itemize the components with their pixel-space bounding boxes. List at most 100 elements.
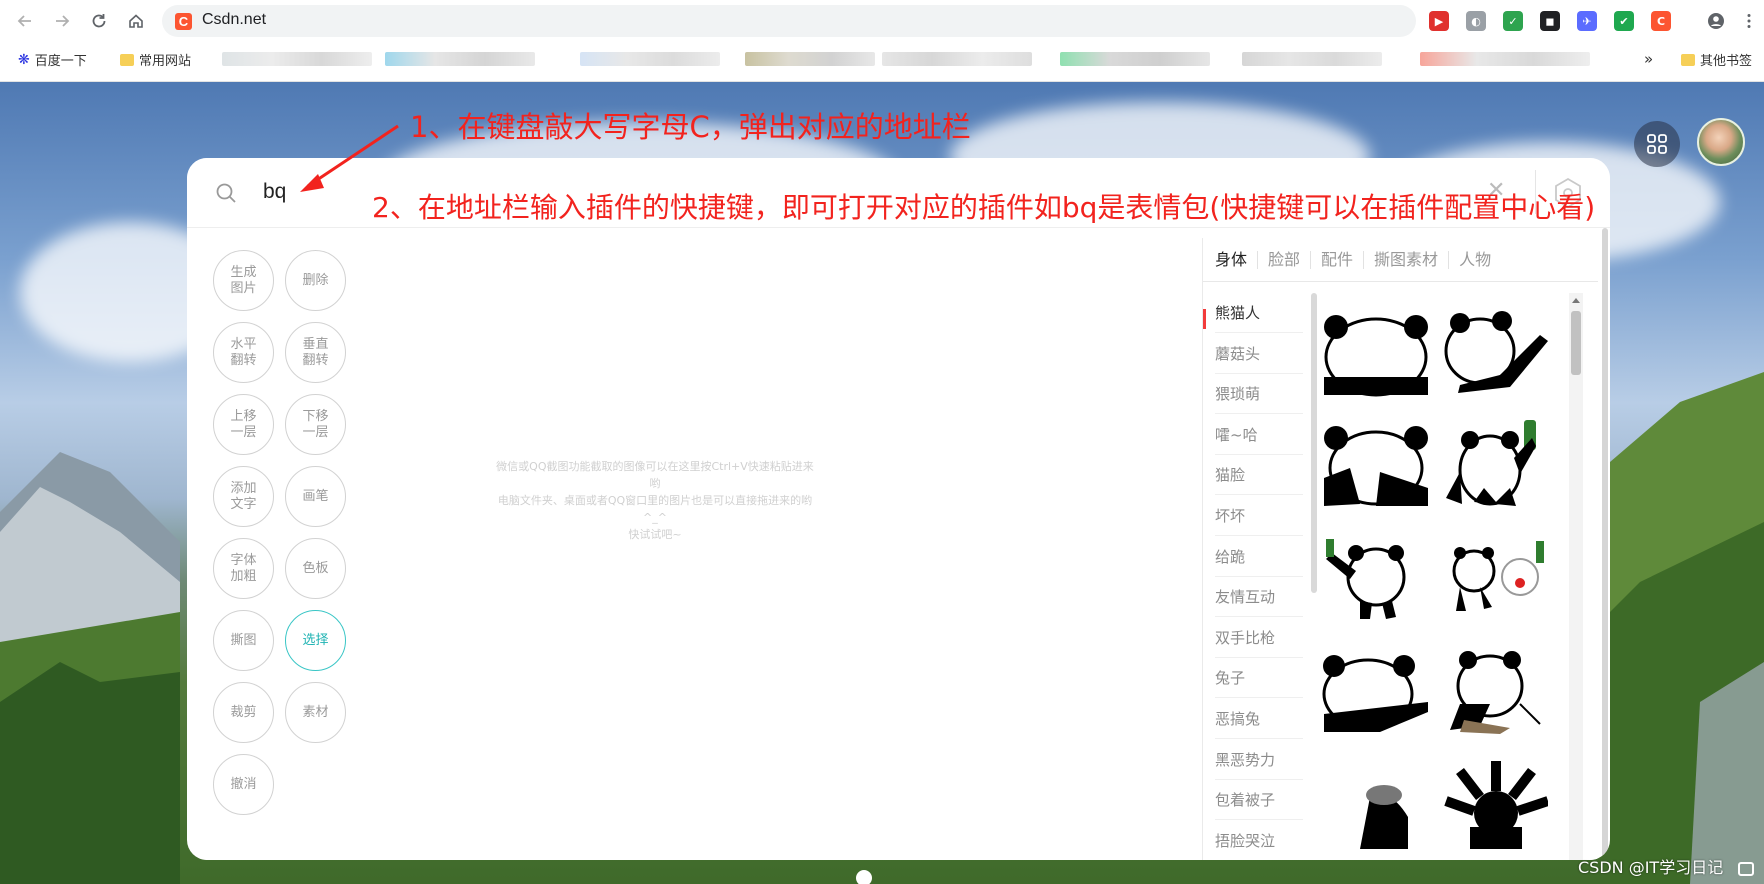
bookmark-baidu[interactable]: ❋ 百度一下	[18, 50, 87, 70]
plugin-panel: bq ✕ 生成 图片 删除 水平 翻转 垂直 翻转 上移 一层 下移 一层 添加 文字 画笔字…	[187, 158, 1610, 860]
panel-scrollbar[interactable]	[1602, 228, 1608, 860]
tool-label: 选择	[302, 632, 329, 648]
blurred-bookmark[interactable]	[1420, 52, 1590, 66]
panda-sticker[interactable]	[1440, 757, 1548, 849]
subcategory-item[interactable]: 恶搞兔	[1215, 699, 1303, 739]
bookmark-folder-other[interactable]: 其他书签	[1681, 50, 1752, 69]
material-button[interactable]: 素材	[285, 682, 346, 743]
account-circle-icon	[1708, 13, 1724, 29]
corner-window-icon[interactable]	[1738, 862, 1754, 876]
move-up-layer-button[interactable]: 上移 一层	[213, 394, 274, 455]
blurred-bookmark[interactable]	[385, 52, 535, 66]
subcategory-item[interactable]: 坏坏	[1215, 496, 1303, 536]
grid-icon	[1647, 134, 1667, 154]
sticker-scrollbar-thumb[interactable]	[1571, 311, 1581, 375]
panda-sticker[interactable]	[1440, 644, 1548, 736]
subcategory-item[interactable]: 包着被子	[1215, 780, 1303, 821]
crop-button[interactable]: 裁剪	[213, 682, 274, 743]
bookmark-label: 百度一下	[34, 54, 87, 69]
bookmarks-overflow[interactable]: »	[1644, 50, 1653, 68]
mask-ext-icon[interactable]: ◼	[1540, 11, 1560, 31]
blurred-bookmark[interactable]	[1242, 52, 1382, 66]
generate-image-button[interactable]: 生成 图片	[213, 250, 274, 311]
tab-category-1[interactable]: 脸部	[1257, 250, 1310, 269]
brush-button[interactable]: 画笔	[285, 466, 346, 527]
select-button[interactable]: 选择	[285, 610, 346, 671]
tool-label: 撕图	[230, 632, 257, 648]
bookmark-folder-common[interactable]: 常用网站	[120, 50, 191, 69]
address-text: Csdn.net	[202, 11, 267, 28]
tear-image-button[interactable]: 撕图	[213, 610, 274, 671]
flip-vertical-button[interactable]: 垂直 翻转	[285, 322, 346, 383]
subcategory-item[interactable]: 猥琐萌	[1215, 374, 1303, 415]
editor-area: 生成 图片 删除 水平 翻转 垂直 翻转 上移 一层 下移 一层 添加 文字 画笔字体 加粗 色…	[200, 238, 1598, 860]
tool-label: 画笔	[302, 488, 329, 504]
tab-category-3[interactable]: 撕图素材	[1363, 250, 1448, 269]
video-ext-icon[interactable]: ▶	[1429, 11, 1449, 31]
subcategory-item[interactable]: 友情互动	[1215, 577, 1303, 618]
panda-sticker[interactable]	[1440, 531, 1548, 623]
shield-ext-icon[interactable]: ◐	[1466, 11, 1486, 31]
panda-sticker[interactable]	[1320, 644, 1432, 736]
profile-button[interactable]	[1703, 8, 1729, 34]
bold-font-button[interactable]: 字体 加粗	[213, 538, 274, 599]
flip-horizontal-button[interactable]: 水平 翻转	[213, 322, 274, 383]
subcategory-item[interactable]: 给跪	[1215, 537, 1303, 577]
subcategory-item[interactable]: 嚯~哈	[1215, 415, 1303, 455]
page-indicator-dot[interactable]	[856, 870, 872, 884]
annotation-arrow-icon	[300, 124, 399, 192]
apps-grid-button[interactable]	[1634, 121, 1680, 167]
panda-sticker[interactable]	[1320, 757, 1432, 849]
baidu-paw-icon: ❋	[18, 51, 30, 68]
subcategory-item[interactable]: 双手比枪	[1215, 618, 1303, 658]
user-avatar[interactable]	[1697, 118, 1745, 166]
palette-button[interactable]: 色板	[285, 538, 346, 599]
blurred-bookmark[interactable]	[882, 52, 1032, 66]
scroll-up-icon[interactable]	[1572, 298, 1580, 303]
tool-label: 素材	[302, 704, 329, 720]
undo-button[interactable]: 撤消	[213, 754, 274, 815]
blurred-bookmark[interactable]	[745, 52, 875, 66]
tab-category-0[interactable]: 身体	[1215, 250, 1257, 269]
subcategory-item[interactable]: 蘑菇头	[1215, 334, 1303, 374]
panda-sticker[interactable]	[1320, 531, 1432, 623]
subcategory-item[interactable]: 捂脸哭泣	[1215, 821, 1303, 860]
panda-sticker[interactable]	[1320, 418, 1432, 510]
forward-button[interactable]	[49, 8, 75, 34]
csdn-ext-icon[interactable]: C	[1651, 11, 1671, 31]
menu-button[interactable]	[1736, 8, 1762, 34]
subcategory-scrollbar[interactable]	[1311, 293, 1317, 593]
subcategory-item[interactable]: 兔子	[1215, 658, 1303, 699]
move-down-layer-button[interactable]: 下移 一层	[285, 394, 346, 455]
search-input[interactable]: bq	[263, 180, 286, 204]
bird-ext-icon[interactable]: ✈	[1577, 11, 1597, 31]
reload-button[interactable]	[86, 8, 112, 34]
subcategory-item[interactable]: 猫脸	[1215, 455, 1303, 496]
subcategory-list: 熊猫人 蘑菇头 猥琐萌 嚯~哈 猫脸 坏坏 给跪 友情互动 双手比枪 兔子 恶搞兔 黑恶势力 包着被子捂…	[1203, 293, 1313, 860]
blurred-bookmark[interactable]	[580, 52, 720, 66]
subcategory-item[interactable]: 黑恶势力	[1215, 740, 1303, 780]
tab-category-2[interactable]: 配件	[1310, 250, 1363, 269]
tab-category-4[interactable]: 人物	[1448, 250, 1501, 269]
panda-sticker[interactable]	[1440, 305, 1548, 397]
home-button[interactable]	[123, 8, 149, 34]
panda-sticker[interactable]	[1440, 418, 1548, 510]
blurred-bookmark[interactable]	[1060, 52, 1210, 66]
folder-icon	[120, 53, 134, 66]
tool-label: 色板	[302, 560, 329, 576]
blurred-bookmark[interactable]	[222, 52, 372, 66]
annotation-step-2: 2、在地址栏输入插件的快捷键，即可打开对应的插件如bq是表情包(快捷键可以在插件…	[372, 191, 1596, 224]
address-bar[interactable]: C Csdn.net	[162, 5, 1416, 37]
tool-label: 字体 加粗	[230, 552, 257, 584]
tool-label: 裁剪	[230, 704, 257, 720]
reload-icon	[92, 14, 106, 28]
sticker-scrollbar-track[interactable]	[1569, 293, 1583, 860]
arrow-right-icon	[56, 15, 70, 27]
back-button[interactable]	[12, 8, 38, 34]
add-text-button[interactable]: 添加 文字	[213, 466, 274, 527]
panda-sticker[interactable]	[1320, 305, 1432, 397]
delete-button[interactable]: 删除	[285, 250, 346, 311]
adguard-ext-icon[interactable]: ✓	[1503, 11, 1523, 31]
subcategory-item[interactable]: 熊猫人	[1215, 293, 1303, 333]
check-ext-icon[interactable]: ✔	[1614, 11, 1634, 31]
